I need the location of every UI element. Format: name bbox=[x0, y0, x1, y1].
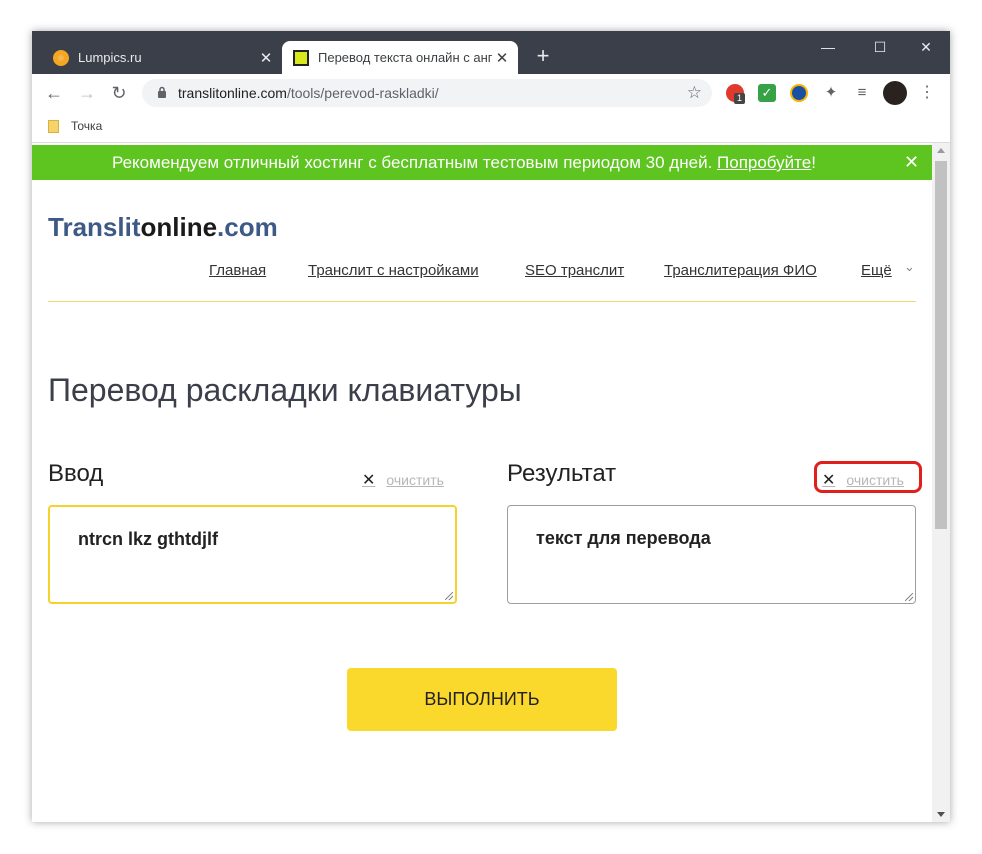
promo-banner: Рекомендуем отличный хостинг с бесплатны… bbox=[32, 145, 932, 180]
nav-link-translit-settings[interactable]: Транслит с настройками bbox=[308, 262, 479, 279]
page-content: Рекомендуем отличный хостинг с бесплатны… bbox=[32, 143, 932, 822]
tab-strip: Lumpics.ru ✕ Перевод текста онлайн с анг… bbox=[32, 31, 950, 74]
minimize-icon[interactable]: — bbox=[817, 39, 839, 55]
nav-link-seo-translit[interactable]: SEO транслит bbox=[525, 262, 624, 279]
logo-part-online: online bbox=[140, 212, 218, 242]
clear-input-label: очистить bbox=[386, 472, 444, 488]
scroll-down-icon[interactable] bbox=[937, 812, 945, 817]
tab-close-icon[interactable]: ✕ bbox=[492, 49, 512, 67]
media-playlist-icon[interactable]: ≡ bbox=[853, 84, 871, 102]
globe-extension-icon[interactable] bbox=[790, 84, 808, 102]
tab-title: Перевод текста онлайн с англи bbox=[318, 50, 492, 65]
promo-text: Рекомендуем отличный хостинг с бесплатны… bbox=[112, 153, 718, 172]
logo-part-translit: Translit bbox=[48, 212, 141, 242]
scrollbar[interactable] bbox=[932, 143, 950, 822]
nav-link-home[interactable]: Главная bbox=[209, 262, 266, 279]
bookmarks-bar: Точка bbox=[32, 112, 950, 143]
highlight-frame bbox=[814, 461, 922, 493]
back-arrow-icon[interactable]: ← bbox=[43, 83, 65, 103]
chevron-down-icon[interactable]: ⌄ bbox=[904, 259, 915, 275]
address-bar[interactable]: translitonline.com/tools/perevod-rasklad… bbox=[142, 79, 712, 107]
forward-arrow-icon[interactable]: → bbox=[76, 83, 98, 103]
puzzle-extensions-icon[interactable]: ✦ bbox=[822, 84, 840, 102]
promo-suffix: ! bbox=[811, 153, 816, 172]
tab-translit[interactable]: Перевод текста онлайн с англи ✕ bbox=[282, 41, 518, 74]
result-textarea[interactable]: текст для перевода bbox=[507, 505, 916, 604]
resize-grip-icon[interactable] bbox=[445, 592, 453, 600]
tab-title: Lumpics.ru bbox=[78, 50, 142, 65]
bookmark-tochka[interactable]: Точка bbox=[71, 119, 102, 133]
scroll-up-icon[interactable] bbox=[937, 148, 945, 153]
maximize-icon[interactable]: ☐ bbox=[869, 39, 891, 56]
run-button[interactable]: ВЫПОЛНИТЬ bbox=[347, 668, 617, 731]
lumpics-favicon-icon bbox=[53, 49, 69, 66]
promo-link[interactable]: Попробуйте bbox=[717, 153, 811, 172]
translit-favicon-icon bbox=[293, 49, 309, 66]
result-text: текст для перевода bbox=[536, 528, 711, 548]
reload-icon[interactable]: ↻ bbox=[108, 83, 130, 103]
nav-link-more[interactable]: Ещё bbox=[861, 262, 892, 279]
close-icon: ✕ bbox=[362, 472, 376, 489]
scrollbar-thumb[interactable] bbox=[935, 161, 947, 529]
browser-window: Lumpics.ru ✕ Перевод текста онлайн с анг… bbox=[32, 31, 950, 822]
result-label: Результат bbox=[507, 460, 617, 487]
promo-close-icon[interactable]: ✕ bbox=[904, 145, 919, 180]
site-logo[interactable]: Translitonline.com bbox=[48, 212, 278, 243]
tab-lumpics[interactable]: Lumpics.ru ✕ bbox=[42, 41, 282, 74]
profile-avatar[interactable] bbox=[883, 81, 907, 105]
header-divider bbox=[48, 301, 916, 302]
opera-extension-icon[interactable]: 1 bbox=[726, 84, 745, 104]
url-host: translitonline.com bbox=[178, 85, 287, 101]
lock-icon[interactable] bbox=[156, 86, 168, 101]
input-textarea[interactable]: ntrcn lkz gthtdjlf bbox=[48, 505, 457, 604]
resize-grip-icon[interactable] bbox=[905, 593, 913, 601]
page-title: Перевод раскладки клавиатуры bbox=[48, 372, 522, 408]
extension-badge: 1 bbox=[734, 93, 745, 104]
clear-input-button[interactable]: ✕ очистить bbox=[362, 470, 444, 490]
checkmark-extension-icon[interactable]: ✓ bbox=[758, 84, 776, 102]
window-close-icon[interactable]: ✕ bbox=[915, 39, 937, 56]
input-label: Ввод bbox=[48, 460, 104, 487]
tab-close-icon[interactable]: ✕ bbox=[256, 49, 276, 67]
nav-link-fio-translit[interactable]: Транслитерация ФИО bbox=[664, 262, 817, 279]
new-tab-icon[interactable]: + bbox=[532, 45, 554, 67]
bookmark-star-icon[interactable]: ☆ bbox=[687, 83, 702, 103]
input-text: ntrcn lkz gthtdjlf bbox=[78, 529, 218, 549]
browser-toolbar: ← → ↻ translitonline.com/tools/perevod-r… bbox=[32, 74, 950, 112]
bookmark-page-icon bbox=[48, 120, 59, 133]
logo-part-com: .com bbox=[217, 212, 278, 242]
url-path: /tools/perevod-raskladki/ bbox=[286, 85, 439, 101]
browser-menu-icon[interactable]: ⋮ bbox=[918, 84, 936, 102]
